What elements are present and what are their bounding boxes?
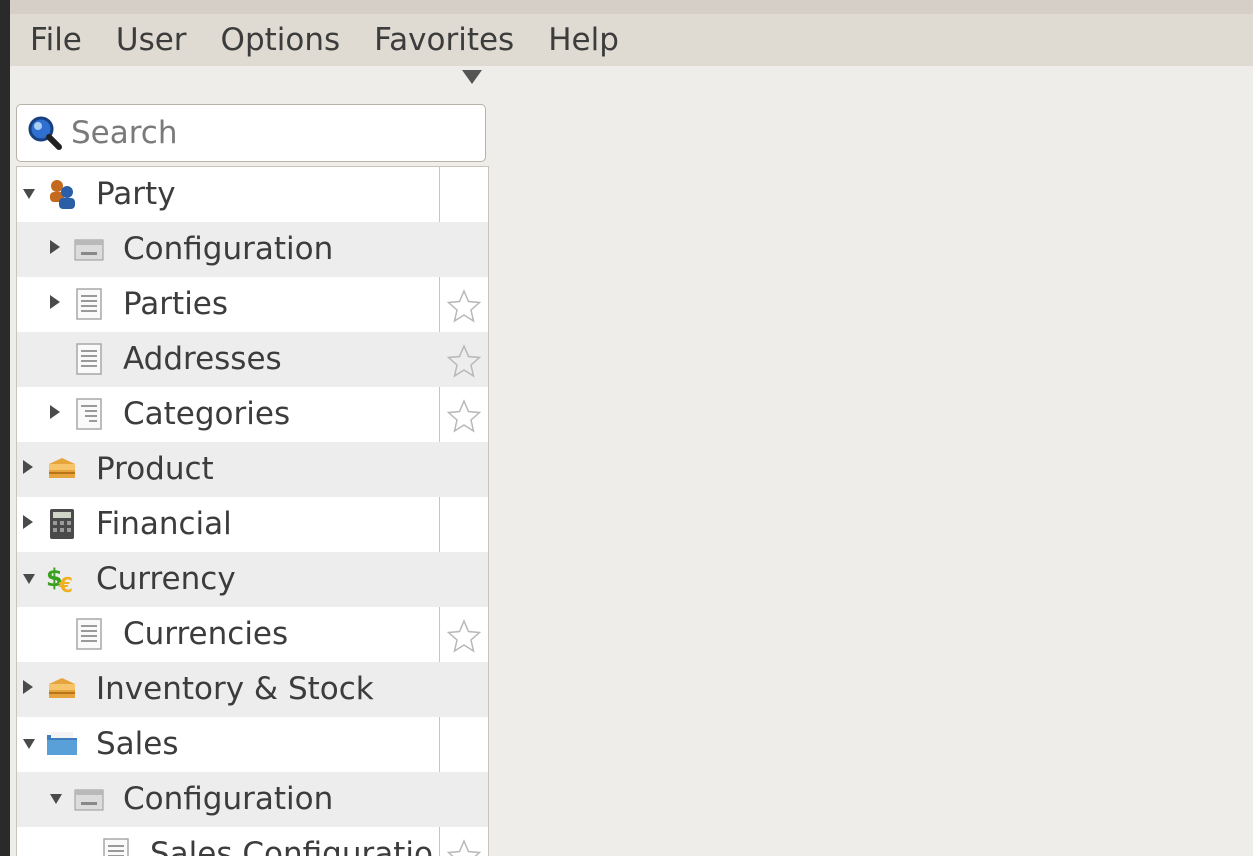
tree-row[interactable]: $ € Currency [17, 552, 488, 607]
list-icon [72, 342, 106, 376]
currency-icon: $ € [45, 562, 79, 597]
svg-text:€: € [58, 573, 73, 596]
search-field[interactable] [16, 104, 486, 162]
list-icon [72, 287, 106, 321]
tree-row-label: Party [96, 176, 176, 212]
menu-options[interactable]: Options [203, 14, 357, 66]
configuration-icon [72, 782, 106, 816]
folder-icon [45, 727, 79, 761]
tree-row-label: Inventory & Stock [96, 671, 374, 707]
favorite-star-icon[interactable] [446, 399, 482, 433]
title-bar [10, 0, 1253, 14]
tree-row[interactable]: Product [17, 442, 488, 497]
package-icon [45, 672, 79, 706]
tree-row[interactable]: Parties [17, 277, 488, 332]
tree-row[interactable]: Currencies [17, 607, 488, 662]
menu-favorites[interactable]: Favorites [356, 14, 530, 66]
tree-row[interactable]: Sales [17, 717, 488, 772]
tree-row-label: Sales [96, 726, 179, 762]
chevron-right-icon[interactable] [50, 405, 60, 419]
favorite-star-icon[interactable] [446, 839, 482, 856]
list-icon [99, 837, 133, 856]
chevron-down-icon[interactable] [50, 794, 62, 804]
tree-row-label: Sales Configuratio [150, 836, 433, 856]
list-icon [72, 617, 106, 651]
search-icon [28, 116, 62, 150]
chevron-right-icon[interactable] [23, 680, 33, 694]
tree-row-label: Configuration [123, 781, 334, 817]
tree-row-label: Categories [123, 396, 291, 432]
tree-row[interactable]: Addresses [17, 332, 488, 387]
tree-list-icon [72, 397, 106, 431]
tree-row-label: Product [96, 451, 214, 487]
menu-file[interactable]: File [10, 14, 98, 66]
tree-row[interactable]: Party [17, 167, 488, 222]
chevron-right-icon[interactable] [23, 460, 33, 474]
chevron-down-icon[interactable] [23, 739, 35, 749]
menu-user[interactable]: User [98, 14, 203, 66]
tree-row[interactable]: Configuration [17, 772, 488, 827]
calculator-icon [45, 507, 79, 541]
chevron-right-icon[interactable] [50, 295, 60, 309]
party-icon [45, 177, 79, 211]
tree-row-label: Parties [123, 286, 229, 322]
tree-row[interactable]: Financial [17, 497, 488, 552]
tree-row[interactable]: Configuration [17, 222, 488, 277]
menu-bar: File User Options Favorites Help [10, 14, 1253, 66]
tree-row-label: Currency [96, 561, 236, 597]
package-icon [45, 452, 79, 486]
configuration-icon [72, 232, 106, 266]
favorite-star-icon[interactable] [446, 344, 482, 378]
favorite-star-icon[interactable] [446, 619, 482, 653]
search-input[interactable] [71, 115, 471, 151]
menu-tree: Party Configuration Parties Addresses Catego… [16, 166, 489, 856]
window-left-edge [0, 0, 10, 856]
chevron-down-icon[interactable] [23, 189, 35, 199]
tree-row-label: Financial [96, 506, 232, 542]
chevron-down-icon[interactable] [23, 574, 35, 584]
favorite-star-icon[interactable] [446, 289, 482, 323]
tree-row[interactable]: Sales Configuratio [17, 827, 488, 856]
tree-row[interactable]: Inventory & Stock [17, 662, 488, 717]
chevron-right-icon[interactable] [50, 240, 60, 254]
chevron-right-icon[interactable] [23, 515, 33, 529]
sidebar-collapse-arrow-icon[interactable] [462, 70, 482, 84]
menu-help[interactable]: Help [530, 14, 635, 66]
tree-row-label: Configuration [123, 231, 334, 267]
tree-row-label: Addresses [123, 341, 282, 377]
tree-row-label: Currencies [123, 616, 289, 652]
tree-row[interactable]: Categories [17, 387, 488, 442]
